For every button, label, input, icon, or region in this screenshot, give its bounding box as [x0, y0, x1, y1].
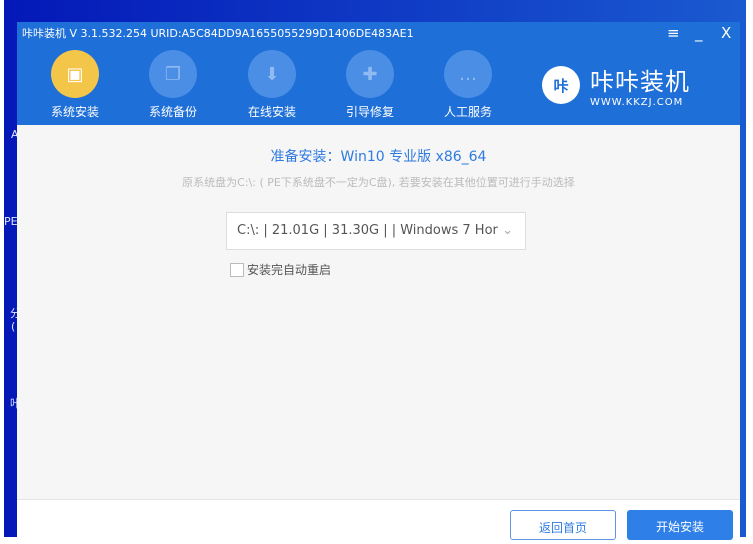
checkbox-label: 安装完自动重启: [247, 263, 332, 277]
nav-label: 系统安装: [50, 105, 99, 119]
logo-badge: 咔: [542, 66, 580, 104]
nav-label: 在线安装: [247, 105, 296, 119]
install-heading: 准备安装：Win10 专业版 x86_64: [270, 149, 487, 165]
start-install-button[interactable]: 开始安装: [627, 510, 733, 540]
installer-window: 咔咔装机 V 3.1.532.254 URID:A5C84DD9A1655055…: [17, 22, 740, 540]
window-title: 咔咔装机 V 3.1.532.254 URID:A5C84DD9A1655055…: [22, 27, 414, 40]
auto-restart-checkbox[interactable]: 安装完自动重启: [230, 261, 331, 278]
menu-button[interactable]: ≡: [667, 24, 680, 42]
logo-url: WWW.KKZJ.COM: [590, 97, 684, 108]
checkbox-box[interactable]: [230, 262, 244, 277]
nav-support[interactable]: … 人工服务: [433, 50, 503, 120]
footer: 返回首页 开始安装: [17, 499, 740, 540]
nav-system-install[interactable]: ▣ 系统安装: [40, 50, 110, 120]
nav-label: 系统备份: [148, 105, 197, 119]
desktop-icon-label[interactable]: (: [11, 320, 15, 333]
download-icon: ⬇: [248, 50, 296, 98]
chat-icon: …: [444, 50, 492, 98]
nav-online-install[interactable]: ⬇ 在线安装: [237, 50, 307, 120]
partition-select[interactable]: C:\: | 21.01G | 31.30G | | Windows 7 Hor…: [226, 212, 526, 250]
nav-system-backup[interactable]: ❐ 系统备份: [138, 50, 208, 120]
chevron-down-icon: ⌄: [502, 223, 513, 238]
toolbox-icon: ✚: [346, 50, 394, 98]
close-button[interactable]: X: [721, 24, 731, 42]
select-value: C:\: | 21.01G | 31.30G | | Windows 7 Hor: [237, 223, 498, 238]
copy-icon: ❐: [149, 50, 197, 98]
logo: 咔 咔咔装机 WWW.KKZJ.COM: [542, 62, 690, 108]
package-icon: ▣: [51, 50, 99, 98]
back-home-button[interactable]: 返回首页: [510, 510, 616, 540]
header: 咔咔装机 V 3.1.532.254 URID:A5C84DD9A1655055…: [17, 22, 740, 125]
nav-label: 人工服务: [443, 105, 492, 119]
nav-boot-repair[interactable]: ✚ 引导修复: [335, 50, 405, 120]
install-hint: 原系统盘为C:\: ( PE下系统盘不一定为C盘), 若要安装在其他位置可进行手…: [182, 176, 575, 189]
nav-label: 引导修复: [345, 105, 394, 119]
minimize-button[interactable]: _: [695, 24, 703, 42]
logo-name: 咔咔装机: [590, 68, 690, 96]
desktop-icon-label[interactable]: PE: [4, 215, 18, 228]
